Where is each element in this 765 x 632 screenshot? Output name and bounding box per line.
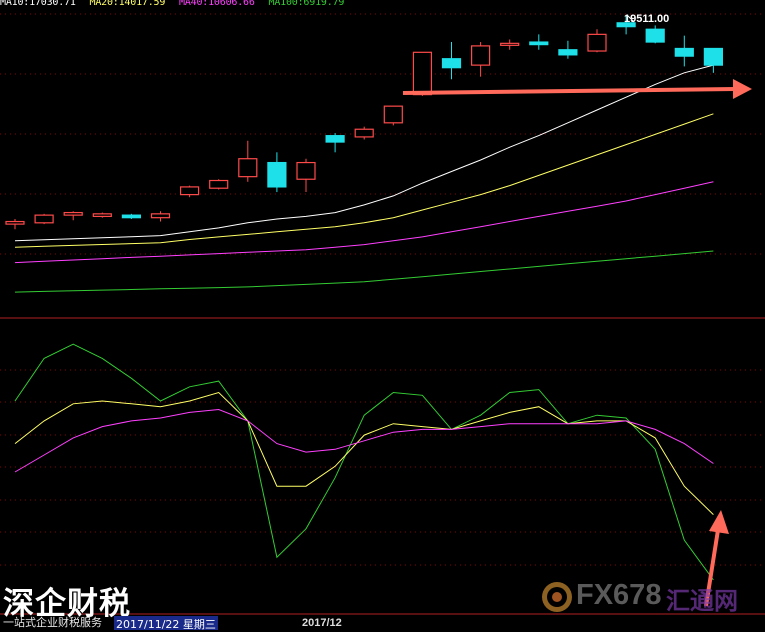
candle-body [674,47,694,57]
x-axis-tick-label: 2017/12 [302,617,342,629]
candle-body [383,105,403,124]
fx678-logo-icon [542,582,572,612]
peak-price-label: 19511.00 [624,13,670,25]
legend-ma100: MA100:6919.79 [268,0,345,8]
candle-body [354,128,374,138]
candlestick-series [5,14,724,230]
candle-body [500,42,520,46]
oscillator-lines [14,343,714,581]
candle-body [645,28,665,43]
candle-body [209,179,229,189]
oscillator-line-2 [14,391,714,515]
cursor-date-box: 2017/11/22 星期三 [114,616,218,631]
candle-body [587,33,607,52]
horizontal-arrow-shaft [402,87,736,95]
moving-average-lines [14,64,714,293]
candle-body [150,213,171,219]
horizontal-arrow-head [733,79,752,99]
candle-body [5,220,25,225]
candle-body [412,51,432,96]
oscillator-line-3 [14,408,714,473]
candle-body [296,161,316,180]
candle-body [63,211,83,216]
legend-ma20: MA20:14017.59 [89,0,166,8]
legend-ma10: MA10:17030.71 [0,0,76,8]
candle-body [441,58,462,69]
chart-grid [0,13,765,615]
candle-body [238,158,258,178]
chart-svg [0,13,765,615]
candle-body [471,45,491,66]
ma-line-ma40 [14,181,714,264]
candle-body [558,49,578,56]
watermark-subtitle: 一站式企业财税服务 [3,616,102,629]
fx678-brand: FX678 [576,579,662,611]
candle-body [267,161,287,188]
candle-body [529,41,549,46]
ma-line-ma100 [14,250,714,293]
candle-body [121,214,142,219]
legend-ma40: MA40:10606.66 [179,0,255,8]
fx678-brand-cn: 汇通网 [666,587,738,615]
oscillator-line-1 [14,343,714,581]
candle-body [34,214,54,224]
candle-body [92,213,112,218]
candle-body [325,135,345,143]
ma-legend: MA10:17030.71 MA20:14017.59 MA40:10606.6… [0,0,352,11]
candle-body [180,186,200,196]
annotation-arrows [402,79,752,607]
candle-body [703,47,724,66]
